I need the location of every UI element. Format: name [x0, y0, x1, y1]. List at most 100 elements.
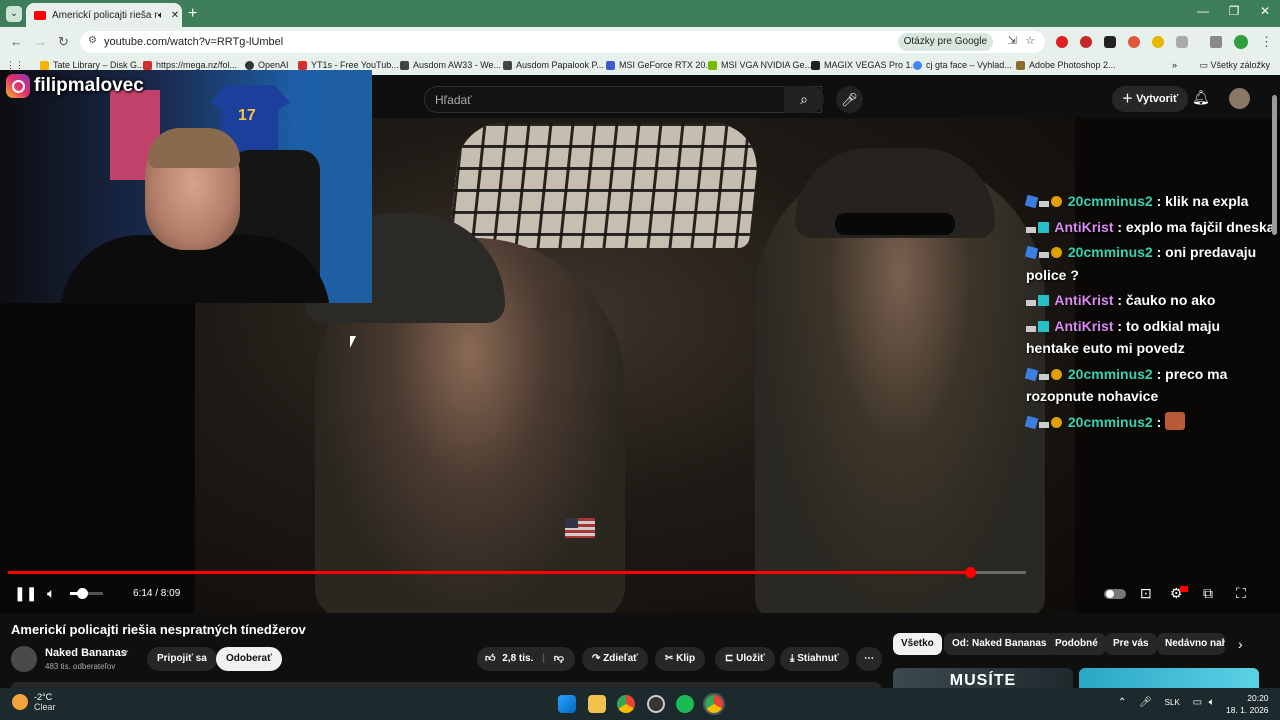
extension-icon[interactable]	[1152, 36, 1164, 48]
bookmark-item[interactable]: YT1s - Free YouTub...	[298, 60, 399, 70]
bookmarks-overflow-icon[interactable]: »	[1172, 60, 1177, 70]
speaker-icon[interactable]: 🔈︎	[158, 10, 164, 21]
bookmark-item[interactable]: MSI VGA NVIDIA Ge...	[708, 60, 812, 70]
bookmark-item[interactable]: cj gta face – Vyhlad...	[913, 60, 1012, 70]
recommended-thumbnail[interactable]: MUSÍTE	[893, 668, 1073, 688]
chip-all[interactable]: Všetko	[893, 633, 942, 655]
facecam-overlay: 17	[0, 70, 372, 303]
pause-icon[interactable]: ❚❚	[14, 585, 37, 602]
chat-message: 20cmminus2 : klik na expla	[1024, 190, 1276, 213]
instagram-icon	[6, 74, 30, 98]
fullscreen-icon[interactable]: ⛶	[1236, 585, 1246, 602]
progress-scrubber[interactable]	[965, 567, 976, 578]
reload-icon[interactable]: ↻	[58, 34, 69, 50]
more-actions-icon[interactable]: ⋯	[856, 647, 882, 671]
alt-badge-icon	[1038, 320, 1049, 332]
extension-icon[interactable]	[1128, 36, 1140, 48]
search-input[interactable]: Hľadať ⌨	[424, 86, 822, 113]
alt-badge-icon	[1038, 221, 1049, 233]
share-button[interactable]: ↷ Zdieľať	[582, 647, 648, 671]
miniplayer-icon[interactable]: ⧉	[1203, 585, 1213, 602]
notifications-bell-icon[interactable]: 🔔︎	[1192, 89, 1210, 106]
save-button[interactable]: ⊏ Uložiť	[715, 647, 775, 671]
all-bookmarks-folder[interactable]: ▭ Všetky záložky	[1199, 60, 1270, 71]
bookmark-item[interactable]: OpenAI	[245, 60, 289, 70]
video-progress-bar[interactable]	[8, 567, 1026, 578]
address-bar[interactable]: ⚙ youtube.com/watch?v=RRTg-lUmbel Otázky…	[80, 31, 1045, 53]
close-window-icon[interactable]: ✕	[1250, 4, 1280, 18]
browser-tab-active[interactable]: Americkí policajti rieša nesp 🔈︎ ✕	[26, 3, 182, 27]
restore-icon[interactable]: ❐	[1219, 4, 1249, 18]
weather-widget[interactable]: -2°C Clear	[12, 692, 56, 712]
chip-from-channel[interactable]: Od: Naked Bananas	[944, 633, 1055, 655]
bookmark-item[interactable]: MAGIX VEGAS Pro 1...	[811, 60, 918, 70]
language-indicator[interactable]: SLK	[1165, 698, 1180, 707]
chip-for-you[interactable]: Pre vás	[1105, 633, 1157, 655]
chat-emote-icon	[1165, 411, 1186, 430]
chip-related[interactable]: Podobné	[1047, 633, 1106, 655]
voice-search-icon[interactable]: 🎤︎	[836, 86, 863, 113]
like-icon[interactable]: 👍︎	[485, 653, 495, 664]
file-explorer-icon[interactable]	[588, 695, 606, 713]
temperature: -2°C	[34, 692, 53, 702]
channel-name[interactable]: Naked Bananas	[45, 647, 127, 659]
volume-icon[interactable]: 🔈︎	[47, 585, 55, 602]
bookmark-item[interactable]: Tate Library – Disk G...	[40, 60, 145, 70]
chevron-up-icon[interactable]: ⌃	[1118, 697, 1126, 708]
extension-icon[interactable]	[1104, 36, 1116, 48]
site-info-icon[interactable]: ⚙	[88, 35, 97, 46]
menu-kebab-icon[interactable]: ⋮	[1260, 34, 1273, 50]
subtitles-icon[interactable]: ⊡	[1140, 585, 1152, 602]
bookmark-item[interactable]: MSI GeForce RTX 20...	[606, 60, 713, 70]
chat-message: AntiKrist : čauko no ako	[1026, 289, 1276, 312]
pinterest-extension-icon[interactable]	[1080, 36, 1092, 48]
chrome-icon[interactable]	[617, 695, 635, 713]
volume-knob[interactable]	[76, 588, 88, 599]
app-icon[interactable]	[647, 695, 665, 713]
new-tab-icon[interactable]: +	[188, 5, 197, 23]
chat-username: 20cmminus2	[1064, 244, 1157, 260]
bookmark-item[interactable]: Ausdom AW33 - We...	[400, 60, 501, 70]
clip-button[interactable]: ✂ Klip	[655, 647, 706, 671]
profile-avatar[interactable]	[1234, 35, 1248, 49]
bookmark-item[interactable]: https://mega.nz/fol...	[143, 60, 237, 70]
chip-recently-uploaded[interactable]: Nedávno nahr	[1157, 633, 1225, 655]
clock[interactable]: 20:20 18. 1. 2026	[1226, 692, 1269, 716]
spotify-icon[interactable]	[676, 695, 694, 713]
subscribe-button[interactable]: Odoberať	[216, 647, 282, 671]
bookmark-star-icon[interactable]: ☆	[1025, 34, 1035, 47]
opera-extension-icon[interactable]	[1056, 36, 1068, 48]
network-icon[interactable]: ▭	[1193, 697, 1202, 708]
microphone-icon[interactable]: 🎤︎	[1139, 697, 1152, 708]
tab-search-icon[interactable]: ⌄	[6, 6, 22, 22]
extensions-puzzle-icon[interactable]	[1176, 36, 1188, 48]
download-button[interactable]: ⤓ Stiahnuť	[780, 647, 849, 671]
page-scrollbar[interactable]	[1272, 95, 1277, 235]
sub-badge-icon	[1039, 252, 1049, 258]
create-button[interactable]: ＋ Vytvoriť	[1112, 86, 1189, 112]
recommended-thumbnail[interactable]	[1079, 668, 1259, 688]
forward-icon[interactable]: →	[34, 34, 47, 49]
dislike-icon[interactable]: 👎︎	[554, 653, 564, 664]
bookmark-item[interactable]: Adobe Photoshop 2...	[1016, 60, 1116, 70]
like-count[interactable]: 2,8 tis.	[502, 653, 533, 664]
tab-close-icon[interactable]: ✕	[168, 10, 182, 21]
reading-list-icon[interactable]	[1210, 36, 1222, 48]
sub-badge-icon	[1039, 373, 1049, 380]
search-button[interactable]: ⌕	[784, 86, 824, 113]
volume-slider[interactable]	[70, 588, 103, 599]
autoplay-toggle[interactable]	[1104, 589, 1126, 599]
volume-tray-icon[interactable]: 🔈︎	[1209, 697, 1215, 708]
channel-avatar[interactable]	[11, 646, 37, 672]
bookmark-item[interactable]: Ausdom Papalook P...	[503, 60, 604, 70]
start-windows-icon[interactable]	[558, 695, 576, 713]
chrome-profile-icon[interactable]	[703, 693, 725, 715]
install-icon[interactable]: ⇲	[1008, 34, 1017, 47]
google-questions-button[interactable]: Otázky pre Google	[897, 33, 993, 51]
join-button[interactable]: Pripojiť sa	[147, 647, 217, 671]
minimize-icon[interactable]: —	[1188, 4, 1218, 18]
account-avatar[interactable]	[1229, 88, 1250, 109]
chat-text: : klik na expla	[1156, 193, 1249, 209]
back-icon[interactable]: ←	[10, 34, 23, 49]
chevron-right-icon[interactable]: ›	[1238, 636, 1243, 652]
